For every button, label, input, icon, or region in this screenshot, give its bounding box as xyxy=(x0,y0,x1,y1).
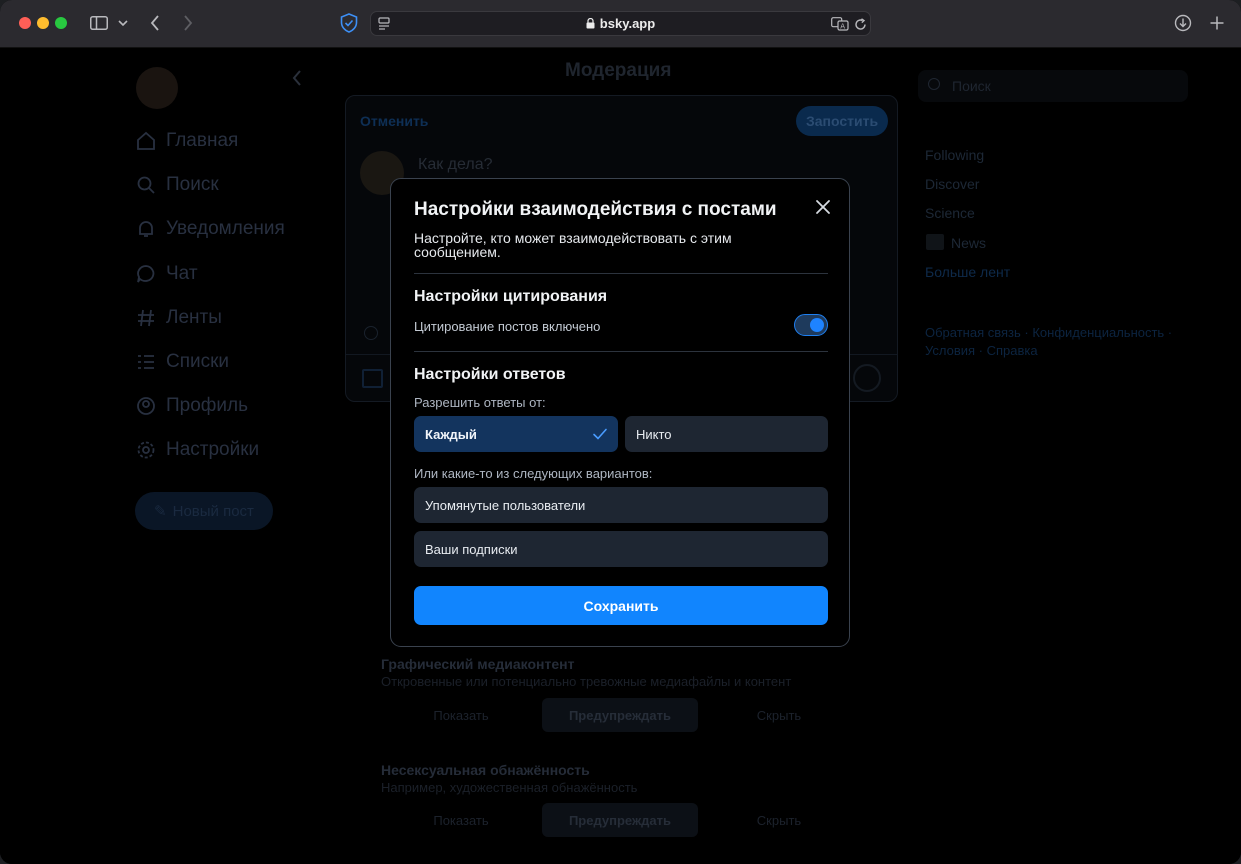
nav-home: Главная xyxy=(136,128,238,154)
right-search-box: Поиск xyxy=(918,70,1188,102)
reply-option-following[interactable]: Ваши подписки xyxy=(414,531,828,567)
mod-section-title: Несексуальная обнажённость xyxy=(381,762,590,778)
feed-link: Science xyxy=(925,205,975,221)
mod-option-hide: Скрыть xyxy=(756,707,802,723)
page-title: Модерация xyxy=(565,60,672,81)
browser-toolbar: bsky.app A xyxy=(0,0,1241,48)
nav-notifications: Уведомления xyxy=(136,216,285,242)
reply-option-mentioned[interactable]: Упомянутые пользователи xyxy=(414,487,828,523)
reply-option-following-label: Ваши подписки xyxy=(425,541,518,557)
nav-chat: Чат xyxy=(136,261,198,287)
browser-window: bsky.app A Главная Поиск Уведомления Чат… xyxy=(0,0,1241,864)
profile-icon xyxy=(137,397,155,415)
url-display: bsky.app xyxy=(371,16,870,32)
post-interaction-settings-dialog: Настройки взаимодействия с постами Настр… xyxy=(390,178,850,647)
reply-option-everyone[interactable]: Каждый xyxy=(414,416,618,452)
right-search-placeholder: Поиск xyxy=(952,78,991,94)
mod-option-show: Показать xyxy=(433,707,489,723)
new-post-button: ✎ Новый пост xyxy=(135,492,273,530)
quote-toggle-switch[interactable] xyxy=(794,314,828,336)
search-icon xyxy=(137,176,155,194)
new-tab-icon[interactable] xyxy=(1207,13,1227,33)
home-icon xyxy=(137,131,155,150)
nav-profile-label: Профиль xyxy=(166,395,249,416)
reload-icon[interactable] xyxy=(852,15,868,33)
mod-option-hide: Скрыть xyxy=(756,812,802,828)
url-text: bsky.app xyxy=(599,16,656,31)
bell-icon xyxy=(139,221,153,237)
reply-option-mentioned-label: Упомянутые пользователи xyxy=(425,497,586,513)
forward-icon[interactable] xyxy=(180,13,196,33)
save-button[interactable]: Сохранить xyxy=(414,586,828,625)
list-icon xyxy=(138,355,154,369)
reply-option-nobody[interactable]: Никто xyxy=(625,416,828,452)
composer-placeholder: Как дела? xyxy=(418,156,493,173)
globe-icon xyxy=(364,326,378,340)
image-icon xyxy=(362,369,383,388)
reply-option-everyone-label: Каждый xyxy=(425,426,477,442)
feed-link: Following xyxy=(925,147,985,163)
pencil-icon: ✎ xyxy=(154,503,167,520)
char-counter-icon xyxy=(853,364,881,392)
lock-icon xyxy=(586,17,595,32)
reply-settings-title: Настройки ответов xyxy=(414,366,566,383)
nav-lists: Списки xyxy=(136,349,229,375)
nav-notifications-label: Уведомления xyxy=(166,218,285,239)
mod-section-desc: Например, художественная обнажённость xyxy=(381,780,638,795)
sidebar-toggle-icon[interactable] xyxy=(89,13,109,33)
toggle-knob xyxy=(810,318,824,332)
chat-icon xyxy=(137,265,155,283)
mod-section-title: Графический медиаконтент xyxy=(381,656,575,672)
search-icon xyxy=(928,78,940,90)
minimize-window-button[interactable] xyxy=(37,17,49,29)
mod-option-warn: Предупреждать xyxy=(542,803,698,837)
nav-settings-label: Настройки xyxy=(166,439,260,460)
gear-icon xyxy=(137,441,155,459)
nav-settings: Настройки xyxy=(136,437,259,463)
back-icon[interactable] xyxy=(147,13,163,33)
svg-text:A: A xyxy=(840,23,845,31)
nav-feeds-label: Ленты xyxy=(166,307,222,328)
nav-lists-label: Списки xyxy=(166,351,230,372)
nav-search: Поиск xyxy=(136,172,219,198)
reply-option-nobody-label: Никто xyxy=(636,426,672,442)
new-post-label: Новый пост xyxy=(172,502,254,520)
mod-option-warn: Предупреждать xyxy=(542,698,698,732)
shield-icon[interactable] xyxy=(338,13,360,33)
quote-toggle-label: Цитирование постов включено xyxy=(414,319,601,334)
quote-settings-title: Настройки цитирования xyxy=(414,288,608,305)
translate-icon[interactable]: A xyxy=(831,15,849,33)
nav-profile: Профиль xyxy=(136,393,248,419)
nav-home-label: Главная xyxy=(166,130,239,151)
feed-link: Discover xyxy=(925,176,980,192)
downloads-icon[interactable] xyxy=(1173,13,1193,33)
more-feeds-link: Больше лент xyxy=(925,264,1011,280)
avatar xyxy=(136,67,178,109)
checkmark-icon xyxy=(593,428,607,440)
collapse-sidebar-icon xyxy=(292,70,302,91)
mod-section-desc: Откровенные или потенциально тревожные м… xyxy=(381,674,792,689)
feed-link: News xyxy=(951,235,987,251)
address-bar[interactable]: bsky.app A xyxy=(370,11,871,36)
chevron-down-icon[interactable] xyxy=(117,13,129,33)
allow-replies-label: Разрешить ответы от: xyxy=(414,395,546,410)
or-options-label: Или какие-то из следующих вариантов: xyxy=(414,466,653,481)
nav-search-label: Поиск xyxy=(166,174,219,195)
hash-icon xyxy=(138,309,154,327)
composer-cancel: Отменить xyxy=(360,113,429,129)
mod-option-show: Показать xyxy=(433,812,489,828)
dialog-subtitle: Настройте, кто может взаимодействовать с… xyxy=(414,230,732,260)
zoom-window-button[interactable] xyxy=(55,17,67,29)
close-icon[interactable] xyxy=(813,197,833,217)
divider xyxy=(414,273,828,274)
news-feed-icon xyxy=(926,234,944,250)
nav-chat-label: Чат xyxy=(166,263,198,284)
nav-feeds: Ленты xyxy=(136,305,222,331)
divider xyxy=(414,351,828,352)
composer-post-button: Запостить xyxy=(796,106,888,136)
close-window-button[interactable] xyxy=(19,17,31,29)
footer-links: Обратная связь · Конфиденциальность · Ус… xyxy=(925,325,1173,358)
dialog-title: Настройки взаимодействия с постами xyxy=(414,199,777,220)
